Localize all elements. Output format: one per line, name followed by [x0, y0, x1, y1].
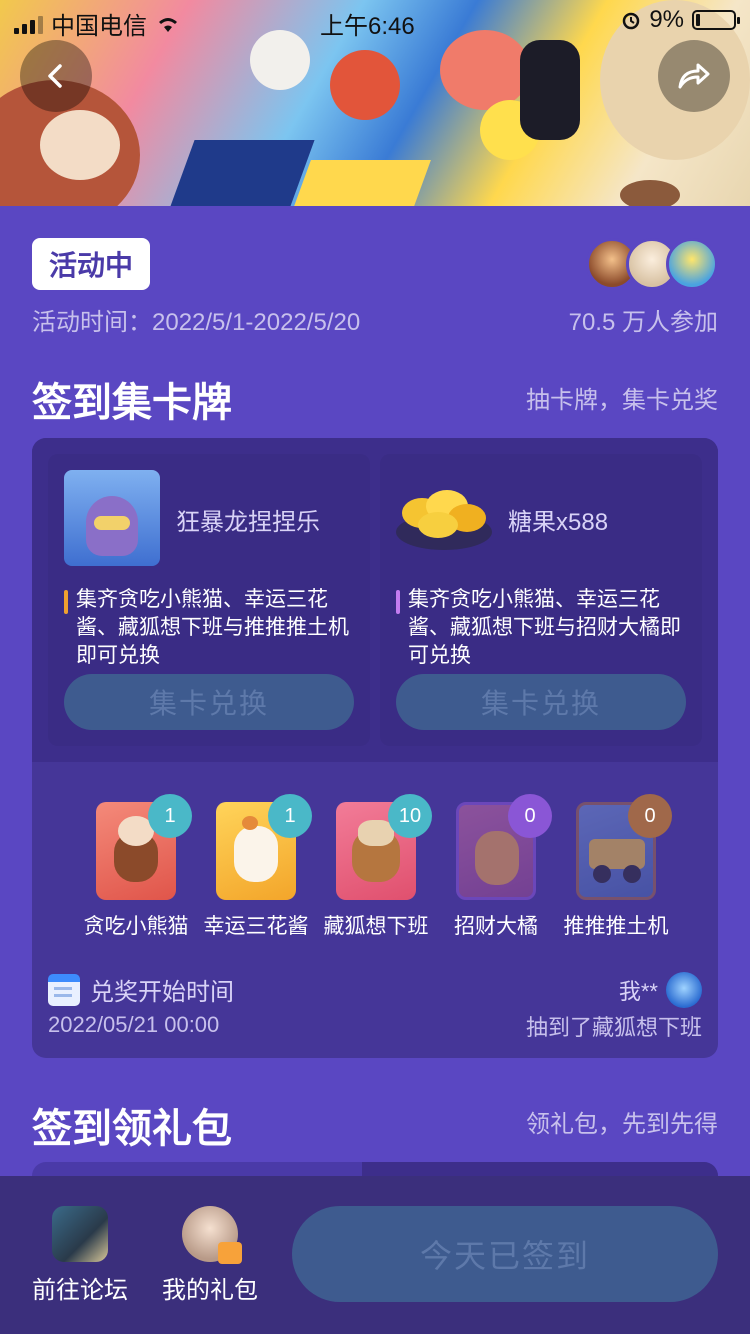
card-item[interactable]: 0 招财大橘 — [444, 794, 552, 960]
alarm-icon — [623, 12, 640, 30]
card-name: 幸运三花酱 — [203, 915, 309, 938]
card-name: 招财大橘 — [454, 915, 538, 938]
candy-image — [396, 470, 492, 566]
card-count-badge: 0 — [628, 794, 672, 838]
activity-time-range: 活动时间：2022/5/1-2022/5/20 — [32, 309, 361, 336]
card-count-badge: 1 — [148, 794, 192, 838]
banner-raccoon-face — [40, 110, 120, 180]
carrier-info: 中国电信 — [14, 6, 181, 41]
forum-icon — [52, 1206, 108, 1262]
calendar-icon — [48, 973, 80, 1006]
card-collection: 1 贪吃小熊猫 1 幸运三花酱 10 藏狐想下班 0 招财大橘 0 推推推土机 — [32, 762, 718, 938]
banner-yellow-stripe — [289, 160, 431, 206]
card-count-badge: 0 — [508, 794, 552, 838]
avatar — [666, 972, 702, 1008]
reward-description: 集齐贪吃小熊猫、幸运三花酱、藏狐想下班与推推推土机即可兑换 — [64, 586, 354, 670]
section-title-card-collect: 签到集卡牌 — [32, 381, 232, 425]
section-title-gift-pack: 签到领礼包 — [32, 1107, 232, 1151]
section-subtitle-card-collect: 抽卡牌，集卡兑奖 — [526, 387, 718, 414]
signal-icon — [14, 14, 43, 34]
card-count-badge: 10 — [388, 794, 432, 838]
participant-count: 70.5 万人参加 — [568, 309, 718, 336]
reward-name: 糖果x588 — [508, 509, 609, 536]
bottom-action-bar: 前往论坛 我的礼包 今天已签到 — [0, 1176, 750, 1334]
reward-item: 糖果x588 集齐贪吃小熊猫、幸运三花酱、藏狐想下班与招财大橘即可兑换 集卡兑换 — [380, 454, 702, 746]
latest-draw-result: 抽到了藏狐想下班 — [525, 1015, 702, 1040]
signed-in-today-button[interactable]: 今天已签到 — [292, 1206, 718, 1302]
clock: 上午6:46 — [320, 13, 415, 40]
card-name: 推推推土机 — [563, 915, 669, 938]
exchange-button[interactable]: 集卡兑换 — [396, 674, 686, 730]
banner-coffee-cup — [620, 180, 680, 206]
latest-draw-user: 我** — [619, 972, 702, 1008]
battery-percent: 9% — [649, 6, 684, 33]
card-item[interactable]: 1 幸运三花酱 — [204, 794, 312, 960]
redeem-start-date: 2022/05/21 00:00 — [48, 1012, 220, 1037]
card-count-badge: 1 — [268, 794, 312, 838]
card-name: 贪吃小熊猫 — [83, 915, 189, 938]
banner-console — [520, 40, 580, 140]
forum-link[interactable]: 前往论坛 — [20, 1206, 140, 1305]
reward-name: 狂暴龙捏捏乐 — [176, 509, 320, 536]
share-arrow-icon — [678, 63, 710, 89]
card-item[interactable]: 10 藏狐想下班 — [324, 794, 432, 960]
gift-avatar-icon — [182, 1206, 242, 1264]
reward-item: 狂暴龙捏捏乐 集齐贪吃小熊猫、幸运三花酱、藏狐想下班与推推推土机即可兑换 集卡兑… — [48, 454, 370, 746]
card-item[interactable]: 1 贪吃小熊猫 — [84, 794, 192, 960]
rewards-area: 狂暴龙捏捏乐 集齐贪吃小熊猫、幸运三花酱、藏狐想下班与推推推土机即可兑换 集卡兑… — [32, 438, 718, 762]
avatar — [666, 238, 718, 290]
card-item[interactable]: 0 推推推土机 — [564, 794, 672, 960]
card-collect-panel: 狂暴龙捏捏乐 集齐贪吃小熊猫、幸运三花酱、藏狐想下班与推推推土机即可兑换 集卡兑… — [32, 438, 718, 1058]
draw-user-name: 我** — [618, 979, 658, 1004]
chevron-left-icon — [48, 64, 62, 88]
card-name: 藏狐想下班 — [323, 915, 429, 938]
wifi-icon — [159, 17, 177, 32]
reward-description: 集齐贪吃小熊猫、幸运三花酱、藏狐想下班与招财大橘即可兑换 — [396, 586, 686, 670]
banner-red-character — [330, 50, 400, 120]
share-button[interactable] — [658, 40, 730, 112]
redeem-start-label: 兑奖开始时间 — [48, 972, 234, 1007]
section-subtitle-gift-pack: 领礼包，先到先得 — [526, 1111, 718, 1138]
activity-status-badge: 活动中 — [32, 238, 150, 290]
my-gifts-link[interactable]: 我的礼包 — [150, 1206, 270, 1305]
participant-avatars — [586, 238, 718, 290]
banner-blue-stripe — [165, 140, 315, 206]
exchange-button[interactable]: 集卡兑换 — [64, 674, 354, 730]
redeem-start-text: 兑奖开始时间 — [90, 979, 234, 1006]
system-status-bar: 中国电信 上午6:46 9% — [0, 0, 750, 40]
dinosaur-toy-image — [64, 470, 160, 566]
banner-pink-cat-character — [440, 30, 530, 110]
carrier-name: 中国电信 — [51, 13, 147, 40]
status-right: 9% — [621, 6, 740, 34]
my-gifts-label: 我的礼包 — [162, 1277, 258, 1304]
forum-label: 前往论坛 — [32, 1277, 128, 1304]
battery-icon — [692, 10, 740, 30]
back-button[interactable] — [20, 40, 92, 112]
